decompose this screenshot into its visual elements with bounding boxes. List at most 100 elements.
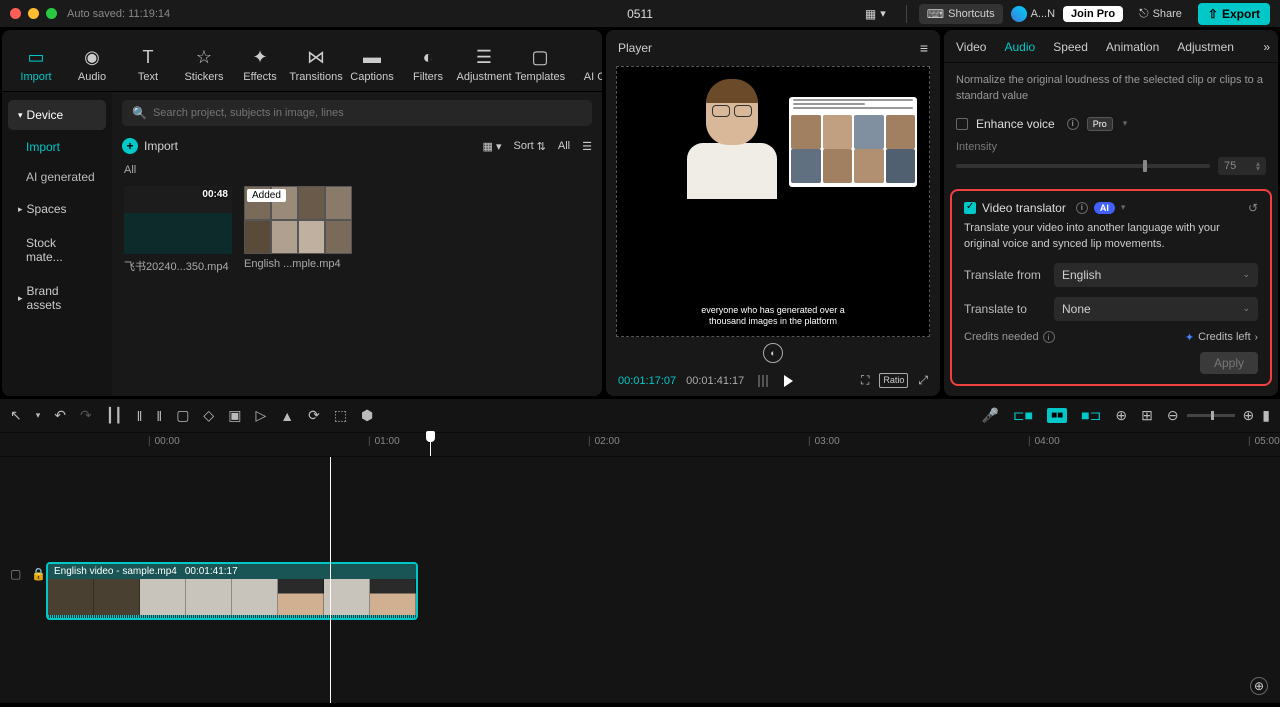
- import-media-button[interactable]: + Import: [122, 138, 178, 154]
- tab-stickers[interactable]: ☆Stickers: [178, 40, 230, 91]
- reset-button[interactable]: ↺: [1248, 201, 1258, 215]
- inspector-tab-video[interactable]: Video: [956, 40, 986, 54]
- zoom-fit-button[interactable]: ▮: [1262, 407, 1270, 424]
- captions-icon: ▬: [363, 46, 381, 68]
- compare-button[interactable]: ◐: [763, 343, 783, 363]
- magnet-start[interactable]: ⊏■: [1013, 407, 1033, 424]
- undo-button[interactable]: ↶: [54, 407, 66, 424]
- rotate-tool[interactable]: ⟳: [308, 407, 320, 424]
- translator-checkbox[interactable]: [964, 202, 976, 214]
- crop-tool[interactable]: ⬚: [334, 407, 347, 424]
- sidebar-brand[interactable]: ▸Brand assets: [8, 276, 106, 320]
- zoom-in-button[interactable]: ⊕: [1243, 407, 1255, 424]
- play-range-tool[interactable]: ▷: [255, 407, 266, 424]
- inspector-tab-speed[interactable]: Speed: [1053, 40, 1088, 54]
- marker-tool[interactable]: ◇: [203, 407, 214, 424]
- inspector-tab-animation[interactable]: Animation: [1106, 40, 1159, 54]
- media-thumb-1[interactable]: 00:48 飞书20240...350.mp4: [124, 186, 232, 274]
- share-button[interactable]: ⎋Share: [1131, 3, 1190, 24]
- pointer-tool[interactable]: ↖: [10, 407, 22, 424]
- smart-tool[interactable]: ⬢: [361, 407, 373, 424]
- translate-from-select[interactable]: English⌄: [1054, 263, 1258, 287]
- zoom-out-button[interactable]: ⊖: [1167, 407, 1179, 424]
- user-menu[interactable]: A...N: [1011, 6, 1055, 22]
- mic-button[interactable]: 🎤: [981, 407, 998, 424]
- split-tool[interactable]: ┃┃: [106, 407, 123, 424]
- info-icon[interactable]: i: [1076, 202, 1088, 214]
- intensity-slider[interactable]: [956, 164, 1210, 168]
- tab-adjustment[interactable]: ☰Adjustment: [458, 40, 510, 91]
- timeline-lane[interactable]: English video - sample.mp400:01:41:17: [0, 457, 1280, 703]
- search-input[interactable]: [153, 107, 582, 119]
- filter-button[interactable]: ☰: [582, 140, 592, 153]
- section-tool[interactable]: ▣: [228, 407, 241, 424]
- fullscreen-button[interactable]: ⤢: [918, 373, 928, 388]
- timeline-ruler[interactable]: 00:00 01:00 02:00 03:00 04:00 05:00: [0, 433, 1280, 457]
- tab-import[interactable]: ▭Import: [10, 40, 62, 91]
- inspector-tab-adjustment[interactable]: Adjustmen: [1177, 40, 1234, 54]
- join-pro-button[interactable]: Join Pro: [1063, 6, 1123, 22]
- sidebar-device[interactable]: ▾Device: [8, 100, 106, 130]
- frame-tool[interactable]: ▢: [176, 407, 189, 424]
- window-close[interactable]: [10, 8, 21, 19]
- tab-transitions[interactable]: ⋈Transitions: [290, 40, 342, 91]
- player-menu-button[interactable]: ≡: [920, 40, 928, 56]
- layout-button[interactable]: ▦▾: [857, 4, 894, 24]
- timeline-playhead[interactable]: [430, 433, 431, 456]
- timeline-playhead-line[interactable]: [330, 457, 331, 703]
- play-button[interactable]: [784, 375, 793, 387]
- stepper-icon[interactable]: ▴▾: [1256, 161, 1260, 171]
- chevron-down-icon[interactable]: ▾: [1123, 118, 1128, 129]
- crop-focus-button[interactable]: ⛶: [861, 373, 869, 388]
- inspector-tabs-more[interactable]: »: [1263, 40, 1270, 54]
- info-icon[interactable]: i: [1043, 331, 1055, 343]
- right-trim-tool[interactable]: ‖: [156, 408, 162, 424]
- export-button[interactable]: ⇧Export: [1198, 3, 1270, 25]
- preview-video-content: [672, 79, 792, 219]
- inspector-tab-audio[interactable]: Audio: [1004, 40, 1035, 54]
- video-translator-panel: Video translator i AI ▾ ↺ Translate your…: [950, 189, 1272, 386]
- thumb-duration: 00:48: [202, 189, 228, 200]
- shortcuts-button[interactable]: ⌨Shortcuts: [919, 4, 1003, 24]
- credits-left-link[interactable]: ✦Credits left›: [1185, 331, 1258, 344]
- sidebar-sub-ai[interactable]: AI generated: [8, 164, 106, 190]
- add-track-button[interactable]: ⊕: [1250, 677, 1268, 695]
- timeline-clip[interactable]: English video - sample.mp400:01:41:17: [46, 562, 418, 620]
- redo-button[interactable]: ↷: [80, 407, 92, 424]
- enhance-voice-checkbox[interactable]: [956, 118, 968, 130]
- left-trim-tool[interactable]: ‖: [137, 408, 143, 424]
- tab-effects[interactable]: ✦Effects: [234, 40, 286, 91]
- snap-tool[interactable]: ⊞: [1141, 407, 1153, 424]
- magnet-end[interactable]: ■⊐: [1081, 407, 1101, 424]
- tab-templates[interactable]: ▢Templates: [514, 40, 566, 91]
- apply-button[interactable]: Apply: [1200, 352, 1258, 374]
- sidebar-stock[interactable]: Stock mate...: [8, 228, 106, 272]
- window-zoom[interactable]: [46, 8, 57, 19]
- chevron-down-icon[interactable]: ▾: [1121, 202, 1126, 213]
- player-viewport[interactable]: everyone who has generated over a thousa…: [616, 66, 930, 337]
- upload-icon: ⇧: [1208, 7, 1218, 21]
- media-thumb-2[interactable]: Added English ...mple.mp4: [244, 186, 352, 274]
- tab-captions[interactable]: ▬Captions: [346, 40, 398, 91]
- sidebar-spaces[interactable]: ▸Spaces: [8, 194, 106, 224]
- view-mode-button[interactable]: ▦ ▾: [483, 140, 502, 153]
- window-minimize[interactable]: [28, 8, 39, 19]
- tab-filters[interactable]: ◐Filters: [402, 40, 454, 91]
- tab-aici[interactable]: AI CI: [570, 40, 602, 91]
- info-icon[interactable]: i: [1067, 118, 1079, 130]
- chevron-down-icon: ⌄: [1242, 303, 1250, 314]
- tab-text[interactable]: TText: [122, 40, 174, 91]
- magnet-auto[interactable]: ■■: [1047, 408, 1067, 423]
- translate-to-select[interactable]: None⌄: [1054, 297, 1258, 321]
- ratio-button[interactable]: Ratio: [879, 373, 908, 388]
- zoom-slider[interactable]: [1187, 414, 1235, 417]
- filter-all-button[interactable]: All: [558, 140, 570, 152]
- sort-button[interactable]: Sort ⇅: [513, 140, 545, 153]
- intensity-value[interactable]: 75▴▾: [1218, 157, 1266, 175]
- tab-audio[interactable]: ◉Audio: [66, 40, 118, 91]
- ruler-tick: 03:00: [808, 436, 840, 447]
- sidebar-sub-import[interactable]: Import: [8, 134, 106, 160]
- mirror-tool[interactable]: ▲: [280, 408, 294, 424]
- pointer-dropdown[interactable]: ▾: [36, 410, 41, 421]
- link-tool[interactable]: ⊕: [1115, 407, 1127, 424]
